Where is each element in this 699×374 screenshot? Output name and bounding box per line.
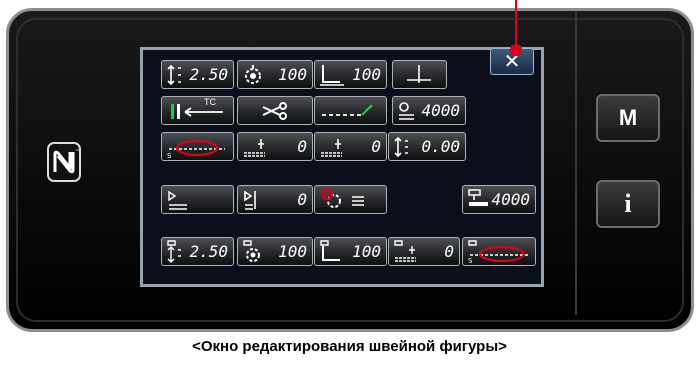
needle-position-button[interactable]: [392, 60, 447, 89]
custom-feed-amount-button[interactable]: 0: [388, 237, 460, 266]
feed-amount-start-button[interactable]: 0: [237, 132, 313, 161]
info-button[interactable]: i: [596, 180, 660, 228]
max-speed-custom-button[interactable]: 4000: [462, 185, 536, 214]
feed-amount-end-button[interactable]: 0: [314, 132, 387, 161]
presser-foot-pressure-button[interactable]: 100: [314, 60, 387, 89]
speed-correction-button[interactable]: 0: [237, 185, 313, 214]
speed-correction-value: 0: [297, 190, 307, 209]
svg-text:S: S: [167, 152, 172, 159]
nfc-icon: ™: [47, 142, 81, 182]
tension-release-button[interactable]: [314, 185, 387, 214]
thread-clamp-tc-label: TC: [204, 97, 216, 107]
needle-position-icon: [407, 65, 431, 83]
custom-stitch-length-value: 2.50: [189, 242, 228, 261]
custom-presser-foot-value: 100: [352, 242, 381, 261]
thread-tension-icon: [245, 65, 261, 84]
reverse-stitch-button[interactable]: [314, 96, 387, 125]
custom-stitch-length-button[interactable]: 2.50: [161, 237, 234, 266]
custom-presser-foot-button[interactable]: 100: [314, 237, 387, 266]
thread-tension-button[interactable]: 100: [237, 60, 313, 89]
tension-release-icon: [321, 188, 364, 208]
thread-tension-value: 100: [278, 65, 307, 84]
max-speed-button[interactable]: 4000: [392, 96, 466, 125]
thread-clamp-tc-icon: [171, 104, 223, 119]
svg-text:™: ™: [75, 149, 80, 155]
max-speed-value: 4000: [421, 101, 460, 120]
custom-condensation-icon: S: [468, 240, 528, 264]
stitch-length-button[interactable]: 2.50: [161, 60, 234, 89]
figure-caption: <Окно редактирования швейной фигуры>: [192, 338, 507, 355]
thread-trimmer-icon: [262, 102, 287, 120]
max-speed-custom-icon: [468, 189, 488, 206]
custom-feed-amount-icon: [394, 240, 416, 262]
max-speed-custom-value: 4000: [491, 190, 530, 209]
condensation-stitch-button[interactable]: S: [161, 132, 234, 161]
feed-amount-start-value: 0: [297, 137, 307, 156]
custom-thread-tension-button[interactable]: 100: [237, 237, 313, 266]
thread-clamp-button[interactable]: TC: [161, 96, 234, 125]
feed-amount-end-value: 0: [371, 137, 381, 156]
speed-correction-icon: [244, 190, 256, 210]
custom-presser-foot-icon: [320, 240, 340, 261]
presser-foot-pressure-value: 100: [352, 65, 381, 84]
micro-lift-value: 0.00: [421, 137, 460, 156]
custom-thread-tension-icon: [243, 240, 260, 262]
custom-thread-tension-value: 100: [278, 242, 307, 261]
micro-lift-button[interactable]: 0.00: [388, 132, 466, 161]
feed-amount-end-icon: [321, 139, 342, 157]
condensation-stitch-icon: S: [167, 139, 225, 159]
svg-text:S: S: [468, 257, 473, 264]
custom-feed-amount-value: 0: [444, 242, 454, 261]
reverse-stitch-icon: [322, 104, 373, 116]
side-panel: [575, 11, 686, 315]
callout-marker: [510, 0, 522, 56]
max-speed-icon: [399, 102, 414, 120]
thread-trimmer-button[interactable]: [237, 96, 313, 125]
presser-foot-pressure-icon: [320, 65, 344, 86]
menu-button[interactable]: M: [596, 94, 660, 142]
sewing-speed-icon: [168, 190, 187, 210]
feed-amount-start-icon: [244, 139, 265, 157]
custom-condensation-button[interactable]: S: [462, 237, 536, 266]
stitch-length-value: 2.50: [189, 65, 228, 84]
sewing-speed-button[interactable]: [161, 185, 234, 214]
micro-lift-icon: [394, 136, 408, 158]
